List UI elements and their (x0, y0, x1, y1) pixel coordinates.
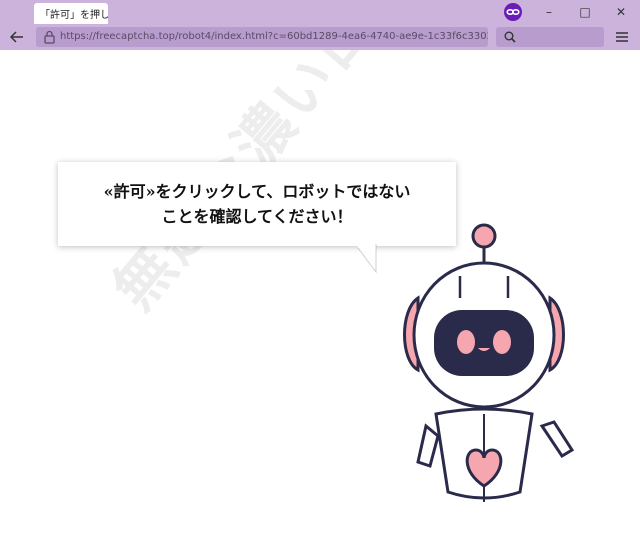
bubble-tail (356, 244, 377, 274)
lock-icon (44, 30, 55, 44)
menu-icon (616, 32, 628, 42)
back-button[interactable] (6, 27, 28, 47)
menu-button[interactable] (612, 27, 632, 47)
back-arrow-icon (10, 31, 23, 43)
tab-active[interactable]: 「許可」を押しま (34, 3, 108, 24)
title-bar: 「許可」を押しま – □ ✕ (0, 0, 640, 24)
url-bar[interactable]: https://freecaptcha.top/robot4/index.htm… (36, 27, 488, 47)
bubble-line-2: ことを確認してください！ (161, 207, 353, 226)
page-content: 無題な濃いログ «許可»をクリックして、ロボットではない ことを確認してください… (0, 50, 640, 540)
private-browsing-icon (504, 3, 522, 21)
maximize-button[interactable]: □ (568, 0, 602, 24)
url-text: https://freecaptcha.top/robot4/index.htm… (60, 31, 488, 42)
search-icon (504, 31, 516, 43)
robot-illustration (403, 223, 575, 502)
minimize-button[interactable]: – (532, 0, 566, 24)
nav-toolbar: https://freecaptcha.top/robot4/index.htm… (0, 24, 640, 50)
search-box[interactable] (496, 27, 604, 47)
bubble-line-1: «許可»をクリックして、ロボットではない (103, 182, 411, 201)
close-button[interactable]: ✕ (604, 0, 638, 24)
